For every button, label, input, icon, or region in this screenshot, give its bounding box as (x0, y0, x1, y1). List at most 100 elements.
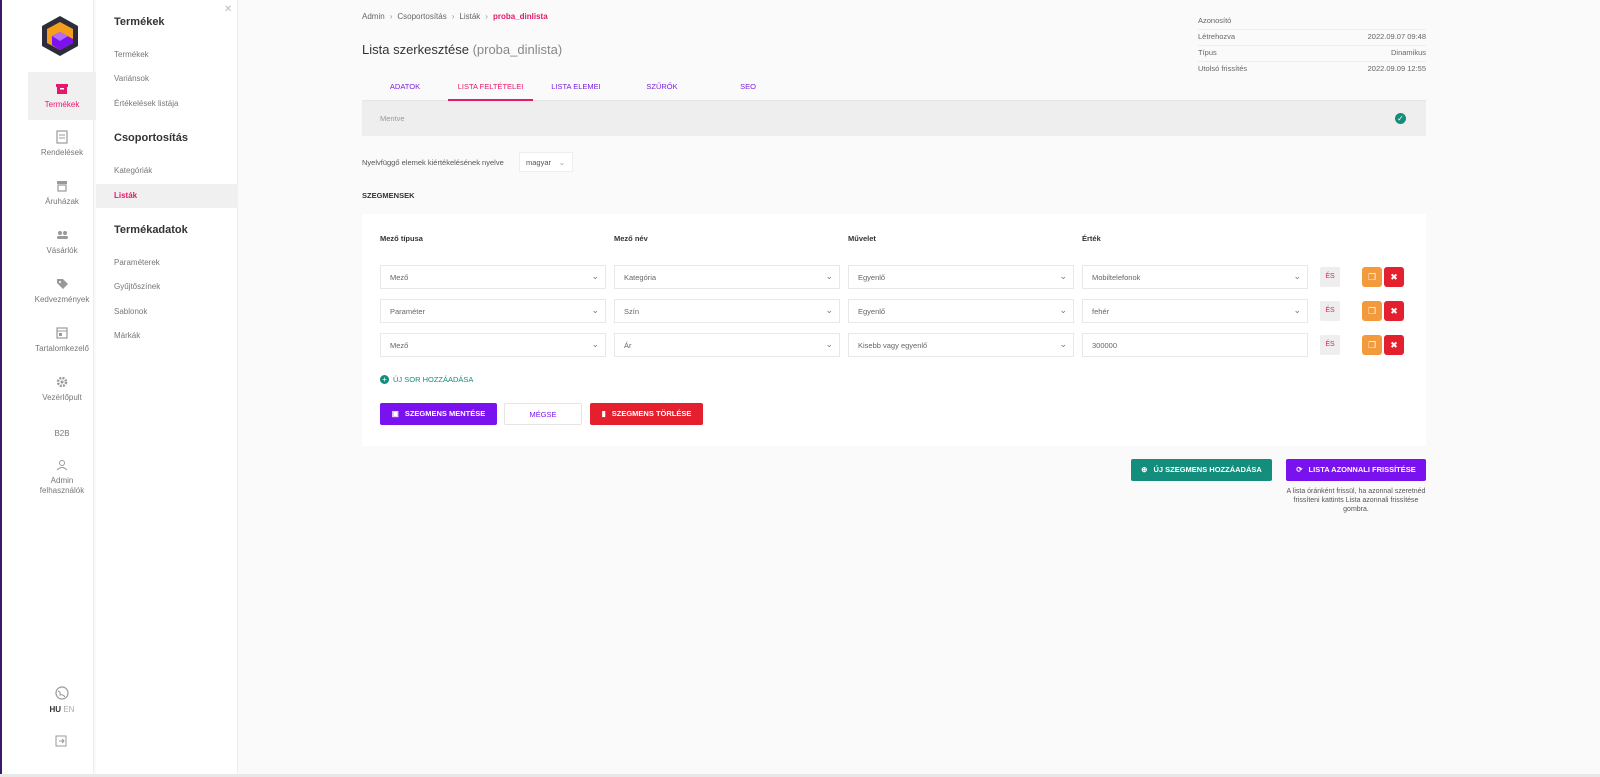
field-type-select[interactable]: Paraméter ⌄ (380, 299, 606, 323)
value-input[interactable]: 300000 (1082, 333, 1308, 357)
trash-icon[interactable]: ✖ (1384, 267, 1404, 287)
segments-heading: SZEGMENSEK (362, 191, 415, 200)
operation-select[interactable]: Kisebb vagy egyenlő ⌄ (848, 333, 1074, 357)
subnav-item-ertekelesek[interactable]: Értékelések listája (96, 93, 238, 115)
rail-item-label: Tartalomkezelő (35, 344, 89, 353)
users-icon (57, 231, 68, 239)
rail-item-kedvezmenyek[interactable]: Kedvezmények (28, 277, 96, 305)
chevron-down-icon: ⌄ (825, 271, 833, 281)
value-select[interactable]: Mobiltelefonok ⌄ (1082, 265, 1308, 289)
chevron-down-icon: ⌄ (1059, 305, 1067, 315)
rail-item-vasarlok[interactable]: Vásárlók (28, 228, 96, 256)
breadcrumb-item[interactable]: Listák (459, 12, 480, 21)
icon-rail: Termékek Rendelések Áruházak Vásárlók Ke… (2, 0, 96, 777)
add-segment-button[interactable]: ⊕ ÚJ SZEGMENS HOZZÁADÁSA (1131, 459, 1272, 481)
rail-item-label: Admin felhasználók (39, 476, 85, 495)
cancel-button[interactable]: MÉGSE (504, 403, 582, 425)
operation-select[interactable]: Egyenlő ⌄ (848, 299, 1074, 323)
page-title-sub: (proba_dinlista) (472, 42, 563, 57)
chevron-down-icon: ⌄ (825, 305, 833, 315)
breadcrumb-sep: › (389, 12, 393, 21)
lang-hu[interactable]: HU (50, 705, 62, 714)
and-button[interactable]: ÉS (1320, 301, 1340, 321)
plus-circle-icon: + (380, 375, 389, 384)
tab-szurok[interactable]: SZŰRŐK (619, 80, 705, 101)
add-row-link[interactable]: + ÚJ SOR HOZZÁADÁSA (380, 375, 473, 384)
subnav-item-parameterek[interactable]: Paraméterek (96, 252, 238, 274)
rail-item-termekek[interactable]: Termékek (28, 72, 96, 120)
meta-label: Utolsó frissítés (1198, 64, 1248, 73)
sub-navigation: Termékek Termékek Variánsok Értékelések … (96, 0, 238, 777)
rail-item-tartalomkezelo[interactable]: Tartalomkezelő (28, 326, 96, 354)
lang-en[interactable]: EN (63, 705, 74, 714)
app-logo[interactable] (38, 14, 82, 58)
subnav-group-title: Csoportosítás (114, 132, 188, 144)
rail-item-b2b[interactable]: B2B (28, 429, 96, 439)
language-switch: HU EN (28, 705, 96, 714)
rail-item-rendelesek[interactable]: Rendelések (28, 130, 96, 158)
trash-icon[interactable]: ✖ (1384, 301, 1404, 321)
field-type-select[interactable]: Mező ⌄ (380, 265, 606, 289)
save-icon: ▣ (391, 409, 399, 418)
tab-seo[interactable]: SEO (705, 80, 791, 101)
save-segment-button[interactable]: ▣ SZEGMENS MENTÉSE (380, 403, 497, 425)
language-select[interactable]: magyar ⌄ (519, 152, 573, 172)
page-title: Lista szerkesztése (proba_dinlista) (362, 42, 562, 57)
rail-item-vezerlopult[interactable]: Vezérlőpult (28, 375, 96, 403)
meta-row: Létrehozva 2022.09.07 09:48 (1198, 30, 1426, 46)
and-button[interactable]: ÉS (1320, 267, 1340, 287)
copy-icon[interactable]: ❐ (1362, 335, 1382, 355)
meta-label: Azonosító (1198, 16, 1232, 25)
meta-value: 2022.09.09 12:55 (1367, 64, 1426, 73)
add-row-label: ÚJ SOR HOZZÁADÁSA (393, 375, 474, 384)
rail-item-label: Vásárlók (46, 246, 78, 255)
delete-segment-button[interactable]: ▮ SZEGMENS TÖRLÉSE (590, 403, 703, 425)
subnav-item-variansok[interactable]: Variánsok (96, 68, 238, 90)
subnav-item-sablonok[interactable]: Sablonok (96, 301, 238, 323)
subnav-item-markak[interactable]: Márkák (96, 325, 238, 347)
and-button[interactable]: ÉS (1320, 335, 1340, 355)
tab-lista-elemei[interactable]: LISTA ELEMEI (533, 80, 619, 101)
close-icon[interactable]: ✕ (224, 4, 232, 15)
value-select[interactable]: fehér ⌄ (1082, 299, 1308, 323)
meta-row: Típus Dinamikus (1198, 46, 1426, 62)
receipt-icon (56, 130, 68, 144)
refresh-icon: ⟳ (1296, 465, 1303, 474)
plus-circle-icon: ⊕ (1141, 465, 1148, 474)
subnav-item-kategoriak[interactable]: Kategóriák (96, 160, 238, 182)
subnav-item-gyujtoszinek[interactable]: Gyűjtőszínek (96, 276, 238, 298)
trash-icon[interactable]: ✖ (1384, 335, 1404, 355)
breadcrumb-item[interactable]: Admin (362, 12, 385, 21)
refresh-list-button[interactable]: ⟳ LISTA AZONNALI FRISSÍTÉSE (1286, 459, 1426, 481)
select-value: Kisebb vagy egyenlő (858, 341, 928, 350)
tab-lista-feltetelei[interactable]: LISTA FELTÉTELEI (448, 80, 533, 101)
tag-icon (57, 279, 68, 289)
breadcrumb-item[interactable]: Csoportosítás (397, 12, 446, 21)
select-value: fehér (1092, 307, 1110, 316)
subnav-item-termekek[interactable]: Termékek (96, 44, 238, 66)
field-name-select[interactable]: Szín ⌄ (614, 299, 840, 323)
status-bar: Mentve ✓ (362, 101, 1426, 136)
tab-adatok[interactable]: ADATOK (362, 80, 448, 101)
meta-value: 2022.09.07 09:48 (1367, 32, 1426, 41)
select-value: Paraméter (390, 307, 426, 316)
logout-icon[interactable] (55, 735, 67, 747)
main-content: Admin › Csoportosítás › Listák › proba_dinlist… (238, 0, 1600, 777)
field-name-select[interactable]: Ár ⌄ (614, 333, 840, 357)
rail-item-admin-felhasznalok[interactable]: Admin felhasználók (28, 458, 96, 496)
field-type-select[interactable]: Mező ⌄ (380, 333, 606, 357)
column-header: Művelet (848, 234, 876, 243)
subnav-group-title: Termékadatok (114, 224, 188, 236)
rail-item-label: Rendelések (40, 148, 84, 157)
copy-icon[interactable]: ❐ (1362, 301, 1382, 321)
operation-select[interactable]: Egyenlő ⌄ (848, 265, 1074, 289)
trash-icon: ▮ (601, 409, 606, 418)
subnav-item-listak[interactable]: Listák (96, 184, 238, 208)
rail-item-aruhazak[interactable]: Áruházak (28, 179, 96, 207)
tab-bar: ADATOK LISTA FELTÉTELEI LISTA ELEMEI SZŰ… (362, 80, 1426, 101)
copy-icon[interactable]: ❐ (1362, 267, 1382, 287)
meta-value: Dinamikus (1390, 48, 1426, 57)
column-header: Mező név (614, 234, 648, 243)
chevron-down-icon: ⌄ (1293, 305, 1301, 315)
field-name-select[interactable]: Kategória ⌄ (614, 265, 840, 289)
